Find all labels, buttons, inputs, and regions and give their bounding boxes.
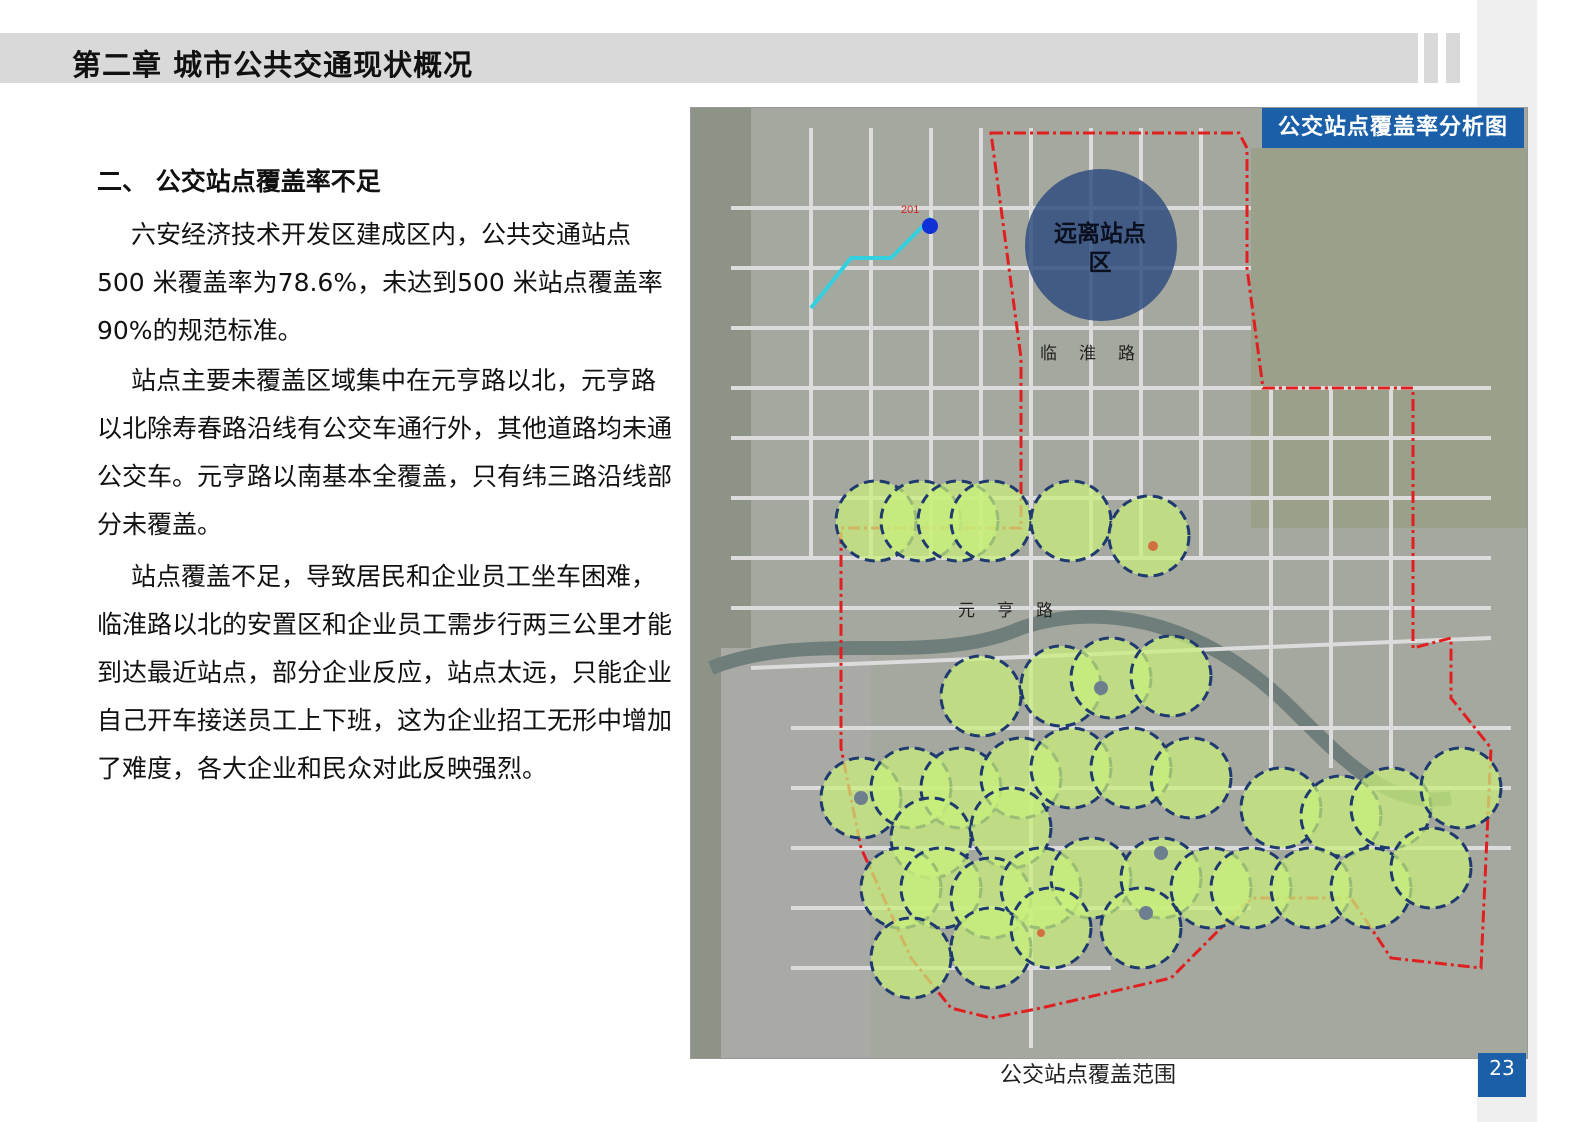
map-title-badge: 公交站点覆盖率分析图 (1262, 108, 1524, 148)
paragraph-text: 站点覆盖不足，导致居民和企业员工坐车困难，临淮路以北的安置区和企业员工需步行两三… (97, 562, 673, 783)
map-urban-patch (721, 648, 871, 1058)
road-label-yuanheng: 元亨路 (958, 601, 1075, 621)
paragraph-text: 站点主要未覆盖区域集中在元亨路以北，元亨路以北除寿春路沿线有公交车通行外，其他道… (97, 366, 673, 539)
map-caption: 公交站点覆盖范围 (1000, 1063, 1177, 1088)
station-center-orange (1148, 541, 1158, 551)
paragraph-impact: 站点覆盖不足，导致居民和企业员工坐车困难，临淮路以北的安置区和企业员工需步行两三… (97, 553, 677, 793)
station-center-orange (1037, 929, 1045, 937)
paragraph-coverage-rate: 六安经济技术开发区建成区内，公共交通站点500 米覆盖率为78.6%，未达到50… (97, 211, 677, 355)
road-label-linhuai: 临淮路 (1040, 344, 1157, 364)
chapter-title: 第二章 城市公共交通现状概况 (72, 48, 474, 82)
paragraph-text: 六安经济技术开发区建成区内，公共交通站点500 米覆盖率为78.6%，未达到50… (97, 220, 663, 345)
section-heading: 二、 公交站点覆盖率不足 (97, 167, 381, 196)
paragraph-uncovered-areas: 站点主要未覆盖区域集中在元亨路以北，元亨路以北除寿春路沿线有公交车通行外，其他道… (97, 357, 677, 549)
station-marker-label: 201 (901, 204, 919, 216)
bus-stop-marker (922, 218, 938, 234)
header-decor-bar (1446, 33, 1460, 83)
header-decor-bar (1424, 33, 1438, 83)
far-zone-label: 远离站点区 (1054, 221, 1146, 276)
page-number: 23 (1478, 1053, 1526, 1097)
